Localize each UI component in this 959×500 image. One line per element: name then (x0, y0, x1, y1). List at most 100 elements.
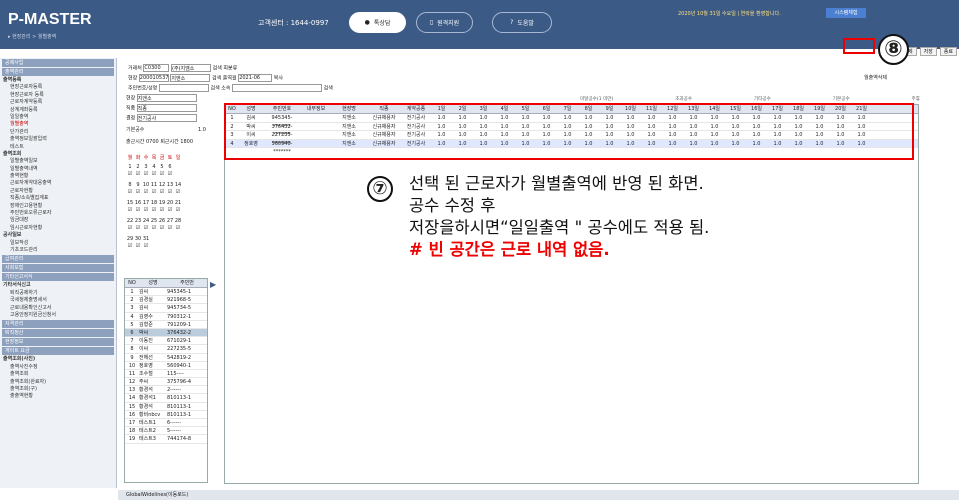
calendar-day[interactable]: 26 (158, 218, 166, 224)
calendar-day[interactable]: 3 (142, 164, 150, 170)
list-item[interactable]: 2 김경실 921968-5 (125, 296, 207, 305)
calendar-day[interactable]: 17 (142, 200, 150, 206)
calendar-day[interactable]: 2 (134, 164, 142, 170)
list-item[interactable]: 7 이동진 671029-1 (125, 337, 207, 346)
checkbox[interactable]: ☑ (126, 207, 134, 213)
calendar-day[interactable]: 1 (126, 164, 134, 170)
list-item[interactable]: 13 황경석 2------ (125, 386, 207, 395)
list-item[interactable]: 15 황경석 810113-1 (125, 403, 207, 411)
checkbox[interactable]: ☑ (158, 189, 166, 195)
sidebar-section[interactable]: 기타신고서식 (2, 273, 114, 282)
calendar-day[interactable]: 21 (174, 200, 182, 206)
checkbox[interactable]: ☑ (134, 225, 142, 231)
checkbox[interactable]: ☑ (174, 207, 182, 213)
calendar-day[interactable]: 25 (150, 218, 158, 224)
checkbox[interactable]: ☑ (142, 207, 150, 213)
calendar-day[interactable]: 20 (166, 200, 174, 206)
calendar-day[interactable]: 16 (134, 200, 142, 206)
calendar-day[interactable]: 11 (150, 182, 158, 188)
remote-support-button[interactable]: ▯ 원격지원 (416, 12, 473, 33)
sidebar-item[interactable]: 임금대장 (0, 217, 116, 224)
sidebar-item[interactable]: 일보작성 (0, 240, 116, 247)
sidebar-item[interactable]: 현장근로자등록 (0, 84, 116, 91)
calendar-day[interactable]: 29 (126, 236, 134, 242)
checkbox[interactable]: ☑ (174, 225, 182, 231)
sidebar-item[interactable]: 공사일보 (0, 232, 116, 239)
system-button[interactable]: 시스템체험 (826, 8, 866, 18)
list-item[interactable]: 3 김씨 945734-5 (125, 304, 207, 313)
sidebar-item[interactable]: 출역조회(사진) (0, 356, 116, 363)
calendar-day[interactable]: 6 (166, 164, 174, 170)
move-right-icon[interactable]: ▶ (210, 280, 222, 292)
search-icon[interactable]: 검색 (213, 66, 222, 72)
checkbox[interactable]: ☑ (142, 189, 150, 195)
sidebar-section[interactable]: 자격관리 (2, 320, 114, 329)
calendar-day[interactable]: 13 (166, 182, 174, 188)
checkbox[interactable]: ☑ (166, 171, 174, 177)
calendar-day[interactable]: 8 (126, 182, 134, 188)
sidebar-item[interactable]: 근로자계약등록 (0, 99, 116, 106)
list-item[interactable]: 11 조수철 115---- (125, 370, 207, 379)
list-item[interactable]: 4 김영수 790312-1 (125, 313, 207, 321)
calendar-day[interactable]: 27 (166, 218, 174, 224)
sidebar-item[interactable]: 장애인고용현황 (0, 203, 116, 210)
list-item[interactable]: 8 이씨 227235-5 (125, 345, 207, 354)
sidebar-item[interactable]: 월별출역 (0, 121, 116, 128)
checkbox[interactable]: ☑ (150, 207, 158, 213)
checkbox[interactable]: ☑ (142, 225, 150, 231)
list-item[interactable]: 14 황경석1 810113-1 (125, 394, 207, 403)
calendar-day[interactable]: 15 (126, 200, 134, 206)
calendar-day[interactable]: 24 (142, 218, 150, 224)
calendar-day[interactable]: 12 (158, 182, 166, 188)
close-button[interactable]: 종료 (939, 47, 957, 56)
sidebar-item[interactable]: 기초코드관리 (0, 247, 116, 254)
calendar-day[interactable]: 4 (150, 164, 158, 170)
calendar-day[interactable]: 18 (150, 200, 158, 206)
checkbox[interactable]: ☑ (134, 189, 142, 195)
list-item[interactable]: 5 김형준 791209-1 (125, 321, 207, 329)
calendar-day[interactable]: 30 (134, 236, 142, 242)
sidebar-section[interactable]: 출역관리 (2, 68, 114, 76)
calendar-day[interactable]: 5 (158, 164, 166, 170)
checkbox[interactable]: ☑ (166, 225, 174, 231)
checkbox[interactable]: ☑ (158, 225, 166, 231)
checkbox[interactable]: ☑ (150, 189, 158, 195)
sidebar-item[interactable]: 일별출역일보 (0, 158, 116, 165)
site-select[interactable]: 지앤소 (136, 94, 197, 102)
sidebar-item[interactable]: 출출역현황 (0, 393, 116, 400)
checkbox[interactable]: ☑ (166, 207, 174, 213)
calendar-day[interactable]: 23 (134, 218, 142, 224)
checkbox[interactable]: ☑ (134, 207, 142, 213)
list-item[interactable]: 1 김씨 945345-1 (125, 288, 207, 297)
delete-month-button[interactable]: 월출역삭제 (864, 74, 887, 81)
sidebar-item[interactable]: 출역사진수정 (0, 364, 116, 371)
sidebar-item[interactable]: 국세청제출명세서 (0, 297, 116, 304)
checkbox[interactable]: ☑ (126, 225, 134, 231)
pay-select[interactable]: 전기공사 (136, 114, 197, 122)
sidebar-item[interactable]: 고용안정지원금신청서 (0, 312, 116, 319)
calendar-day[interactable]: 10 (142, 182, 150, 188)
checkbox[interactable]: ☑ (158, 171, 166, 177)
sidebar-section[interactable]: 급여관리 (2, 255, 114, 264)
checkbox[interactable]: ☑ (134, 171, 142, 177)
sidebar-section[interactable]: 공제사업 (2, 59, 114, 67)
checkbox[interactable]: ☑ (150, 171, 158, 177)
save-button[interactable]: 저장 (919, 47, 937, 56)
chat-button[interactable]: ● 톡상담 (349, 12, 406, 33)
list-item[interactable]: 16 황비nbcv 810113-1 (125, 411, 207, 419)
checkbox[interactable]: ☑ (174, 189, 182, 195)
sidebar-item[interactable]: 근로자계약대응출역 (0, 180, 116, 187)
sidebar-section[interactable]: 퇴직정산 (2, 329, 114, 338)
list-item[interactable]: 17 테스트1 6------ (125, 419, 207, 428)
sidebar-item[interactable]: 기타서식신고 (0, 282, 116, 289)
calendar-day[interactable]: 19 (158, 200, 166, 206)
checkbox[interactable]: ☑ (134, 243, 142, 249)
list-item[interactable]: 12 주씨 375796-4 (125, 378, 207, 387)
sidebar-item[interactable]: 상계계좌등록 (0, 107, 116, 114)
calendar-day[interactable]: 9 (134, 182, 142, 188)
job-select[interactable]: 직종 (136, 104, 197, 112)
checkbox[interactable]: ☑ (142, 243, 150, 249)
list-item[interactable]: 10 정호영 560940-1 (125, 362, 207, 370)
checkbox[interactable]: ☑ (126, 243, 134, 249)
checkbox[interactable]: ☑ (150, 225, 158, 231)
